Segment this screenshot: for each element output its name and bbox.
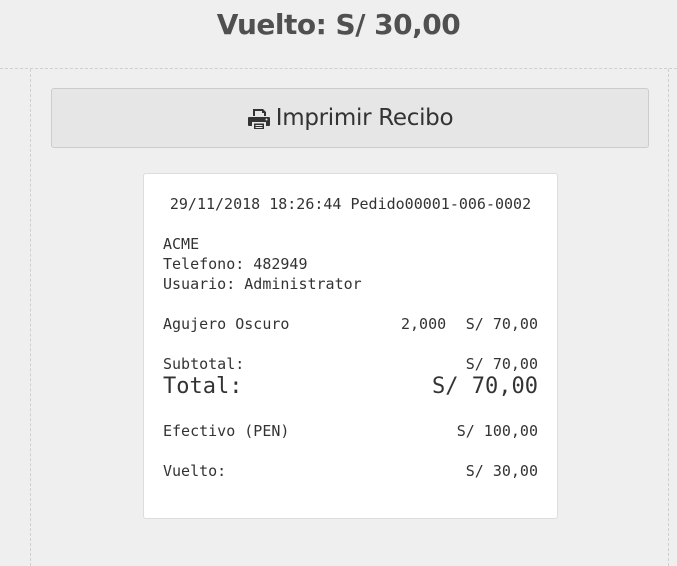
receipt-payment-row: Efectivo (PEN) S/ 100,00	[163, 421, 538, 441]
payment-label: Efectivo (PEN)	[163, 422, 290, 440]
change-label: Vuelto:	[163, 462, 227, 480]
subtotal-value: S/ 70,00	[465, 355, 538, 373]
receipt-change-row: Vuelto: S/ 30,00	[163, 461, 538, 481]
total-label: Total:	[163, 374, 243, 399]
receipt-total-row: Total: S/ 70,00	[163, 374, 538, 400]
receipt: 29/11/2018 18:26:44 Pedido00001-006-0002…	[143, 173, 558, 519]
receipt-company: ACME	[163, 235, 200, 253]
receipt-order-number: Pedido00001-006-0002	[350, 195, 532, 213]
receipt-header-line: 29/11/2018 18:26:44 Pedido00001-006-0002	[144, 194, 557, 214]
change-title: Vuelto: S/ 30,00	[216, 8, 461, 41]
item-price: S/ 70,00	[465, 315, 538, 333]
total-value: S/ 70,00	[432, 374, 538, 399]
print-receipt-button[interactable]: Imprimir Recibo	[51, 88, 649, 148]
receipt-item-row: Agujero Oscuro 2,000 S/ 70,00	[163, 314, 538, 334]
receipt-user: Usuario: Administrator	[163, 275, 362, 293]
payment-value: S/ 100,00	[456, 422, 538, 440]
item-quantity: 2,000	[401, 315, 447, 333]
printer-icon	[247, 108, 271, 130]
receipt-time: 18:26:44	[269, 195, 342, 213]
receipt-date: 29/11/2018	[169, 195, 261, 213]
change-value: S/ 30,00	[465, 462, 538, 480]
print-button-label: Imprimir Recibo	[275, 105, 454, 131]
page-header: Vuelto: S/ 30,00	[0, 0, 677, 66]
item-name: Agujero Oscuro	[163, 315, 290, 333]
subtotal-label: Subtotal:	[163, 355, 245, 373]
receipt-subtotal-row: Subtotal: S/ 70,00	[163, 354, 538, 374]
receipt-phone: Telefono: 482949	[163, 255, 308, 273]
